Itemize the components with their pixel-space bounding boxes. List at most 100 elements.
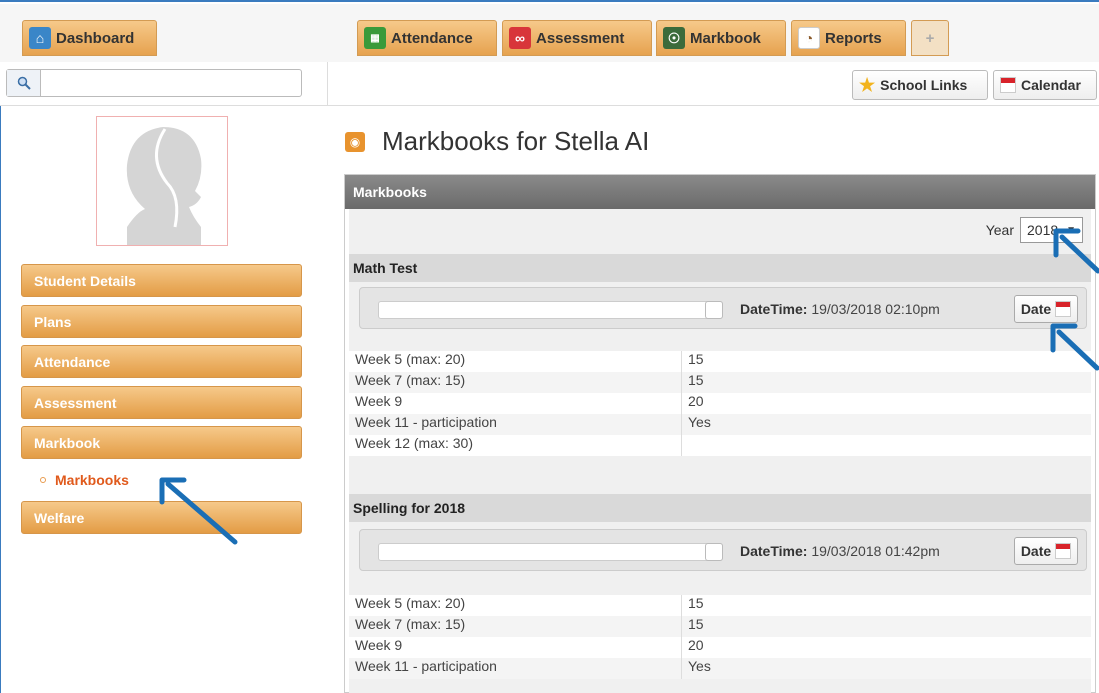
markbook-title: Math Test [349,254,1091,282]
datetime-value: 19/03/2018 02:10pm [811,301,940,317]
person-silhouette-icon [126,127,202,245]
row-value [682,435,1091,456]
sidebar-subitem-label: Markbooks [55,472,129,488]
markbook-filter-bar: DateTime: 19/03/2018 01:42pm Date [359,529,1087,571]
row-label: Week 5 (max: 20) [349,351,682,372]
markbook-title-text: Spelling for 2018 [353,500,466,516]
datetime-value: 19/03/2018 01:42pm [811,543,940,559]
calendar-label: Calendar [1021,77,1081,93]
date-slider[interactable] [378,543,723,561]
datetime-label: DateTime: [740,543,808,559]
table-row: Week 7 (max: 15) 15 [349,372,1091,393]
table-row: Week 9 20 [349,393,1091,414]
bullet-icon [40,477,46,483]
row-value: 15 [688,616,704,632]
markbooks-panel: Markbooks Year 2018 ▼ Math Test DateTime… [344,174,1096,693]
panel-title: Markbooks [353,184,427,200]
row-label: Week 5 (max: 20) [349,595,682,616]
date-picker-button[interactable]: Date [1014,537,1078,565]
sidebar-item-label: Student Details [34,272,136,289]
search-box [6,69,302,97]
chevron-down-icon: ▼ [1066,224,1076,236]
attendance-icon: ▦ [364,27,386,49]
row-value: 15 [688,595,704,611]
plus-icon: + [925,29,935,47]
calendar-icon [1055,543,1072,559]
table-row: Week 7 (max: 15) 15 [349,616,1091,637]
row-label: Week 11 - participation [349,414,682,435]
table-row: Week 11 - participation Yes [349,414,1091,435]
datetime-label: DateTime: [740,301,808,317]
search-button[interactable] [7,70,41,96]
page-title-text: Markbooks for Stella AI [382,126,650,156]
star-icon: ★ [859,74,876,95]
tab-attendance-label: Attendance [391,29,473,47]
tab-reports-label: Reports [825,29,882,47]
tab-dashboard-label: Dashboard [56,29,135,47]
toolbar: ★ School Links Calendar [0,62,1099,106]
search-input[interactable] [41,71,291,95]
calendar-icon [1055,301,1072,317]
datetime-display: DateTime: 19/03/2018 02:10pm [740,301,940,317]
table-row: Week 5 (max: 20) 15 [349,595,1091,616]
school-links-label: School Links [880,77,968,93]
table-row: Week 5 (max: 20) 15 [349,351,1091,372]
left-edge-line [0,106,1,693]
tab-markbook[interactable]: ☉ Markbook [656,20,786,56]
date-button-label: Date [1020,301,1052,317]
toolbar-divider [327,62,328,106]
row-label: Week 11 - participation [349,658,682,679]
row-value: 15 [688,372,704,388]
tab-assessment-label: Assessment [536,29,625,47]
row-value: 20 [688,393,704,409]
sidebar-item-student-details[interactable]: Student Details [21,264,302,297]
page-title: ◉ Markbooks for Stella AI [345,126,649,157]
tab-dashboard[interactable]: ⌂ Dashboard [22,20,157,56]
calendar-icon [1000,77,1016,93]
row-label: Week 7 (max: 15) [349,616,682,637]
date-picker-button[interactable]: Date [1014,295,1078,323]
sidebar-item-label: Welfare [34,509,85,526]
date-button-label: Date [1020,543,1052,559]
date-slider[interactable] [378,301,723,319]
sidebar-item-welfare[interactable]: Welfare [21,501,302,534]
tab-reports[interactable]: ◔ Reports [791,20,906,56]
markbook-icon: ☉ [663,27,685,49]
sidebar-item-label: Attendance [34,353,111,370]
row-label: Week 9 [349,393,682,414]
year-value: 2018 [1027,222,1059,238]
calendar-button[interactable]: Calendar [993,70,1097,100]
tab-attendance[interactable]: ▦ Attendance [357,20,497,56]
slider-handle[interactable] [705,301,723,319]
datetime-display: DateTime: 19/03/2018 01:42pm [740,543,940,559]
year-label: Year [985,222,1014,238]
sidebar-subitem-markbooks[interactable]: Markbooks [40,472,129,488]
add-tab-button[interactable]: + [911,20,949,56]
table-row: Week 11 - participation Yes [349,658,1091,679]
tab-markbook-label: Markbook [690,29,761,47]
tab-assessment[interactable]: ∞ Assessment [502,20,652,56]
sidebar-item-plans[interactable]: Plans [21,305,302,338]
row-value: 20 [688,637,704,653]
markbook-title-icon: ◉ [345,131,365,152]
student-avatar [96,116,228,246]
sidebar-item-label: Markbook [34,434,101,451]
sidebar-item-markbook[interactable]: Markbook [21,426,302,459]
sidebar-item-attendance[interactable]: Attendance [21,345,302,378]
sidebar-item-label: Plans [34,313,72,330]
markbook-title: Spelling for 2018 [349,494,1091,522]
sidebar-item-label: Assessment [34,394,117,411]
assessment-icon: ∞ [509,27,531,49]
sidebar-item-assessment[interactable]: Assessment [21,386,302,419]
search-icon [17,76,31,90]
school-links-button[interactable]: ★ School Links [852,70,988,100]
markbook-title-text: Math Test [353,260,418,276]
year-filter: Year 2018 ▼ [986,217,1083,243]
row-label: Week 12 (max: 30) [349,435,682,456]
slider-handle[interactable] [705,543,723,561]
home-icon: ⌂ [29,27,51,49]
reports-icon: ◔ [798,27,820,49]
year-select[interactable]: 2018 ▼ [1020,217,1083,243]
markbook-filter-bar: DateTime: 19/03/2018 02:10pm Date [359,287,1087,329]
row-value: Yes [688,414,711,430]
